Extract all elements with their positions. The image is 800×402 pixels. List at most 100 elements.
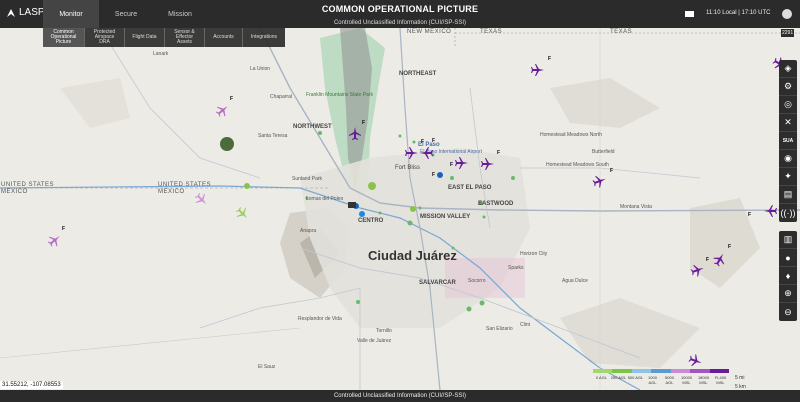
subtab-sensor-assets[interactable]: Sensor & Effector Assets [165, 28, 205, 47]
aircraft-icon[interactable] [688, 353, 704, 369]
aircraft-icon[interactable] [235, 206, 251, 222]
aircraft-flag: F [728, 244, 732, 250]
top-bar: LASP Monitor Secure Mission COMMON OPERA… [0, 0, 800, 28]
legend-swatch [631, 369, 652, 373]
clock-readout: 11:10 Local | 17:10 UTC [706, 10, 771, 16]
aircraft-icon[interactable] [712, 251, 728, 267]
eye-icon[interactable]: ◉ [779, 150, 797, 168]
scale-miles: 5 mi [735, 375, 745, 381]
state-label-texas: TEXAS [480, 29, 503, 35]
sub-nav: Common Operational Picture Protected Air… [43, 28, 285, 47]
legend-label: 0 AGL [595, 375, 608, 380]
place-label-sunland-park: Sunland Park [292, 176, 323, 182]
aircraft-flag: F [706, 257, 710, 263]
map-icon[interactable]: ▥ [779, 231, 797, 249]
place-label-chaparral: Chaparral [270, 94, 292, 100]
page-title-block: COMMON OPERATIONAL PICTURE Controlled Un… [280, 4, 520, 26]
classification-banner-top: Controlled Unclassified Information (CUI… [333, 20, 467, 26]
place-label-ciudad-juarez: Ciudad Juárez [368, 248, 457, 263]
country-label-us-2: UNITED STATES [158, 182, 211, 188]
aircraft-icon[interactable] [530, 62, 546, 78]
place-label-northwest: NORTHWEST [293, 124, 332, 130]
layers-icon[interactable]: ◈ [779, 60, 797, 78]
state-label-new-mexico: NEW MEXICO [407, 29, 452, 35]
legend-label: 18000 MSL [697, 375, 710, 385]
target-icon[interactable]: ◎ [779, 96, 797, 114]
country-label-mexico: MEXICO [1, 189, 28, 195]
aircraft-icon[interactable] [347, 125, 363, 141]
legend-label: 500 AGL [627, 375, 644, 380]
place-label-eastwood: EASTWOOD [478, 201, 514, 207]
country-label-mexico-2: MEXICO [158, 189, 185, 195]
altitude-legend-labels: 0 AGL 250 AGL 500 AGL 1000 AGL 5000 AGL 10000… [593, 375, 729, 385]
app-logo[interactable]: LASP [6, 7, 45, 18]
place-label-centro: CENTRO [358, 218, 384, 224]
place-label-montana-vista: Montana Vista [620, 204, 652, 210]
classification-banner-bottom: Controlled Unclassified Information (CUI… [0, 390, 800, 402]
map-scale: 5 mi 5 km [735, 375, 746, 390]
aircraft-icon[interactable] [480, 156, 496, 172]
lasp-logo-icon [6, 8, 16, 18]
main-tabs: Monitor Secure Mission [43, 0, 207, 28]
cursor-coordinates: 31.55212, -107.08553 [0, 381, 63, 389]
bomb-icon[interactable]: ♦ [779, 267, 797, 285]
signal-icon[interactable]: ((·)) [779, 204, 797, 222]
ruler-icon[interactable]: ▤ [779, 186, 797, 204]
subtab-integrations[interactable]: Integrations [243, 28, 285, 47]
altitude-legend: 0 AGL 250 AGL 500 AGL 1000 AGL 5000 AGL 10000… [593, 369, 729, 390]
aircraft-icon[interactable] [418, 145, 434, 161]
legend-label: 250 AGL [610, 375, 627, 380]
sua-toggle[interactable]: SUA [779, 132, 797, 150]
place-label-horizon-city: Horizon City [520, 251, 548, 257]
track-count-badge: 2291 [781, 29, 795, 37]
aircraft-icon[interactable] [690, 262, 706, 278]
gear-icon[interactable]: ⚙ [779, 78, 797, 96]
map-view[interactable]: UNITED STATES MEXICO UNITED STATES MEXIC… [0, 28, 800, 390]
place-label-valle-de-juarez: Valle de Juárez [357, 338, 392, 344]
page-title: COMMON OPERATIONAL PICTURE [321, 4, 479, 14]
place-label-fort-bliss: Fort Bliss [395, 165, 421, 171]
aircraft-flag: F [230, 96, 234, 102]
tab-monitor[interactable]: Monitor [43, 0, 99, 28]
place-label-san-elizario: San Elizario [486, 326, 513, 332]
subtab-protected-airspace[interactable]: Protected Airspace DRA [85, 28, 125, 47]
aircraft-icon[interactable] [592, 173, 608, 189]
place-label-butterfield: Butterfield [592, 149, 615, 155]
place-label-homestead-south: Homestead Meadows South [546, 162, 609, 168]
pin-icon[interactable]: ● [779, 249, 797, 267]
subtab-accounts[interactable]: Accounts [205, 28, 243, 47]
legend-label: 1000 AGL [648, 375, 657, 385]
place-label-east-el-paso: EAST EL PASO [448, 185, 492, 191]
legend-swatch [709, 369, 729, 373]
place-label-agua-dulce: Agua Dulce [562, 278, 588, 284]
aircraft-icon[interactable] [215, 102, 231, 118]
legend-swatch [593, 369, 613, 373]
aircraft-flag: F [548, 56, 552, 62]
zoom-in-icon[interactable]: ⊕ [779, 285, 797, 303]
place-label-lomas-del-poleo: Lomas del Poleo [306, 196, 344, 202]
place-label-mission-valley: MISSION VALLEY [420, 214, 471, 220]
place-label-homestead-north: Homestead Meadows North [540, 132, 602, 138]
aircraft-icon[interactable] [194, 192, 210, 208]
tab-mission[interactable]: Mission [153, 0, 207, 28]
aircraft-icon[interactable] [454, 155, 470, 171]
tab-secure[interactable]: Secure [99, 0, 153, 28]
mail-icon[interactable] [685, 11, 694, 17]
aircraft-icon[interactable] [47, 232, 63, 248]
place-label-sparks: Sparks [508, 265, 524, 271]
aircraft-flag: F [62, 226, 66, 232]
tools-icon[interactable]: ✕ [779, 114, 797, 132]
app-name: LASP [19, 7, 45, 18]
subtab-flight-data[interactable]: Flight Data [125, 28, 165, 47]
aircraft-flag: F [362, 120, 366, 126]
user-avatar-icon[interactable] [782, 9, 792, 19]
zoom-out-icon[interactable]: ⊖ [779, 303, 797, 321]
place-label-el-sauz: El Sauz [258, 364, 276, 370]
subtab-cop[interactable]: Common Operational Picture [43, 28, 85, 47]
aircraft-flag: F [432, 138, 436, 144]
right-toolbar-bottom: ▥ ● ♦ ⊕ ⊖ [779, 231, 797, 321]
person-icon[interactable]: ✦ [779, 168, 797, 186]
aircraft-flag: F [450, 162, 454, 168]
aircraft-icon[interactable] [762, 203, 778, 219]
legend-swatch [651, 369, 671, 373]
